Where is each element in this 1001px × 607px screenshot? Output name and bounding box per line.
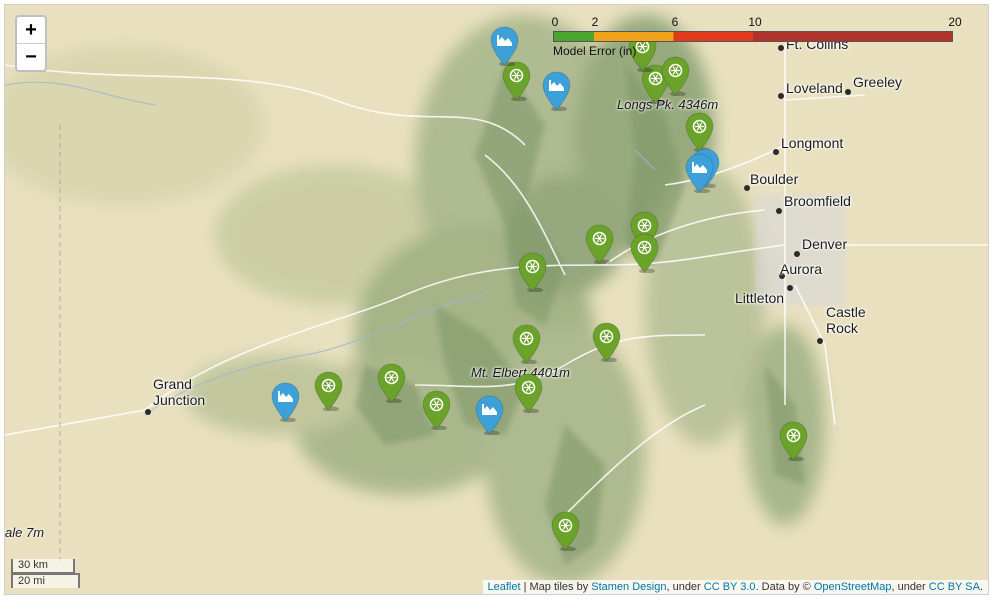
station-marker[interactable] bbox=[518, 252, 547, 292]
city-label: Castle Rock bbox=[826, 304, 866, 336]
snowflake-wheel-icon bbox=[377, 363, 406, 403]
mountain-chart-icon bbox=[271, 382, 300, 422]
station-marker[interactable] bbox=[314, 371, 343, 411]
station-marker[interactable] bbox=[779, 421, 808, 461]
city-dot bbox=[794, 251, 800, 257]
city-label: Broomfield bbox=[784, 193, 851, 209]
scale-mi: 20 mi bbox=[11, 573, 80, 588]
legend-tick: 10 bbox=[748, 15, 762, 29]
legend-color-bar bbox=[553, 31, 953, 42]
mountain-chart-icon bbox=[685, 153, 714, 193]
station-marker[interactable] bbox=[377, 363, 406, 403]
snowflake-wheel-icon bbox=[422, 390, 451, 430]
zoom-out-button[interactable]: − bbox=[17, 43, 45, 70]
city-label: Loveland bbox=[786, 80, 843, 96]
legend-tick: 2 bbox=[591, 15, 599, 29]
snowflake-wheel-icon bbox=[685, 112, 714, 152]
station-marker[interactable] bbox=[422, 390, 451, 430]
city-dot bbox=[787, 285, 793, 291]
leaflet-link[interactable]: Leaflet bbox=[488, 581, 521, 593]
city-dot bbox=[776, 208, 782, 214]
chart-marker[interactable] bbox=[490, 26, 519, 66]
station-marker[interactable] bbox=[512, 324, 541, 364]
legend-title: Model Error (in) bbox=[553, 44, 637, 58]
mountain-chart-icon bbox=[490, 26, 519, 66]
city-dot bbox=[773, 149, 779, 155]
snowflake-wheel-icon bbox=[585, 224, 614, 264]
snowflake-wheel-icon bbox=[551, 511, 580, 551]
snowflake-wheel-icon bbox=[518, 252, 547, 292]
city-label: Littleton bbox=[735, 290, 785, 306]
mountain-chart-icon bbox=[542, 71, 571, 111]
snowflake-wheel-icon bbox=[514, 373, 543, 413]
legend-tick: 20 bbox=[948, 15, 962, 29]
city-dot bbox=[145, 409, 151, 415]
city-label: Greeley bbox=[853, 74, 903, 90]
city-label: Aurora bbox=[780, 261, 823, 277]
scale-bar: 30 km 20 mi bbox=[11, 559, 80, 588]
snowflake-wheel-icon bbox=[630, 233, 659, 273]
snowflake-wheel-icon bbox=[314, 371, 343, 411]
snowflake-wheel-icon bbox=[779, 421, 808, 461]
zoom-control: + − bbox=[15, 15, 47, 72]
mountain-chart-icon bbox=[475, 395, 504, 435]
peak-label: ale 7m bbox=[5, 525, 45, 540]
station-marker[interactable] bbox=[630, 233, 659, 273]
scale-km: 30 km bbox=[11, 559, 75, 574]
city-dot bbox=[778, 93, 784, 99]
attribution-text: . bbox=[979, 581, 983, 593]
attribution-text: . Data by © bbox=[755, 581, 814, 593]
chart-marker[interactable] bbox=[685, 153, 714, 193]
station-marker[interactable] bbox=[551, 511, 580, 551]
error-legend: 0 2 6 10 20 Model Error (in) bbox=[551, 15, 962, 59]
map-container[interactable]: Ft. Collins Loveland Greeley Longmont Bo… bbox=[4, 4, 989, 595]
attribution-text: | Map tiles by bbox=[520, 581, 592, 593]
station-marker[interactable] bbox=[661, 56, 690, 96]
snowflake-wheel-icon bbox=[592, 322, 621, 362]
station-marker[interactable] bbox=[514, 373, 543, 413]
osm-link[interactable]: OpenStreetMap bbox=[814, 581, 892, 593]
attribution-text: , under bbox=[891, 581, 929, 593]
city-label: Boulder bbox=[750, 171, 799, 187]
stamen-link[interactable]: Stamen Design bbox=[591, 581, 666, 593]
city-dot bbox=[817, 338, 823, 344]
city-dot bbox=[845, 89, 851, 95]
cc-by-link[interactable]: CC BY 3.0 bbox=[704, 581, 756, 593]
attribution-text: , under bbox=[666, 581, 704, 593]
city-label: Denver bbox=[802, 236, 848, 252]
chart-marker[interactable] bbox=[542, 71, 571, 111]
snowflake-wheel-icon bbox=[512, 324, 541, 364]
station-marker[interactable] bbox=[592, 322, 621, 362]
city-label: Grand Junction bbox=[153, 376, 206, 408]
snowflake-wheel-icon bbox=[502, 61, 531, 101]
city-label: Longmont bbox=[781, 135, 844, 151]
chart-marker[interactable] bbox=[475, 395, 504, 435]
station-marker[interactable] bbox=[502, 61, 531, 101]
legend-tick: 0 bbox=[551, 15, 559, 29]
cc-by-sa-link[interactable]: CC BY SA bbox=[929, 581, 980, 593]
attribution: Leaflet | Map tiles by Stamen Design, un… bbox=[482, 580, 988, 594]
station-marker[interactable] bbox=[685, 112, 714, 152]
station-marker[interactable] bbox=[585, 224, 614, 264]
legend-tick: 6 bbox=[671, 15, 679, 29]
chart-marker[interactable] bbox=[271, 382, 300, 422]
snowflake-wheel-icon bbox=[661, 56, 690, 96]
zoom-in-button[interactable]: + bbox=[17, 17, 45, 43]
